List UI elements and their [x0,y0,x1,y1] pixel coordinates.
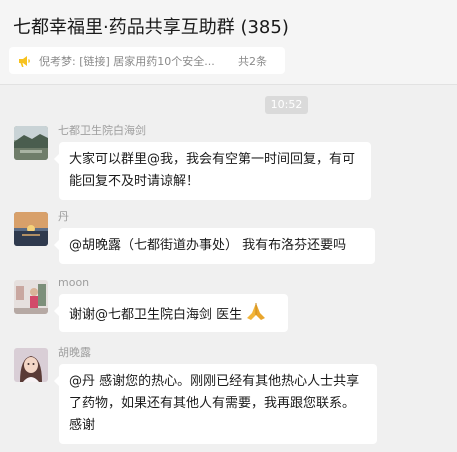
sender-name: 胡晚露 [58,346,91,359]
pinned-count: 共2条 [238,54,267,68]
praying-hands-icon [245,301,267,329]
chat-header: 七都幸福里·药品共享互助群 (385) 倪考梦: [链接] 居家用药10个安全.… [0,0,457,85]
message-timestamp: 10:52 [265,96,308,114]
chat-title[interactable]: 七都幸福里·药品共享互助群 (385) [13,13,289,39]
sender-name: 七都卫生院白海剑 [58,124,146,137]
message-text: 谢谢@七都卫生院白海剑 医生 [69,307,243,323]
message-bubble[interactable]: @胡晚露（七都街道办事处） 我有布洛芬还要吗 [54,228,375,264]
sender-name: 丹 [58,210,69,223]
announcement-icon [16,53,32,69]
message-bubble[interactable]: @丹 感谢您的热心。刚刚已经有其他热心人士共享了药物，如果还有其他人有需要，我再… [54,364,377,444]
avatar[interactable] [14,126,48,160]
message-bubble[interactable]: 大家可以群里@我，我会有空第一时间回复，有可能回复不及时请谅解！ [54,142,371,200]
pinned-announcement-bar[interactable]: 倪考梦: [链接] 居家用药10个安全... 共2条 [9,47,285,74]
avatar[interactable] [14,348,48,382]
message-bubble[interactable]: 谢谢@七都卫生院白海剑 医生 [54,294,288,332]
sender-name: moon [58,276,90,289]
pinned-message-text: 倪考梦: [链接] 居家用药10个安全... [39,54,215,68]
avatar[interactable] [14,280,48,314]
avatar[interactable] [14,212,48,246]
